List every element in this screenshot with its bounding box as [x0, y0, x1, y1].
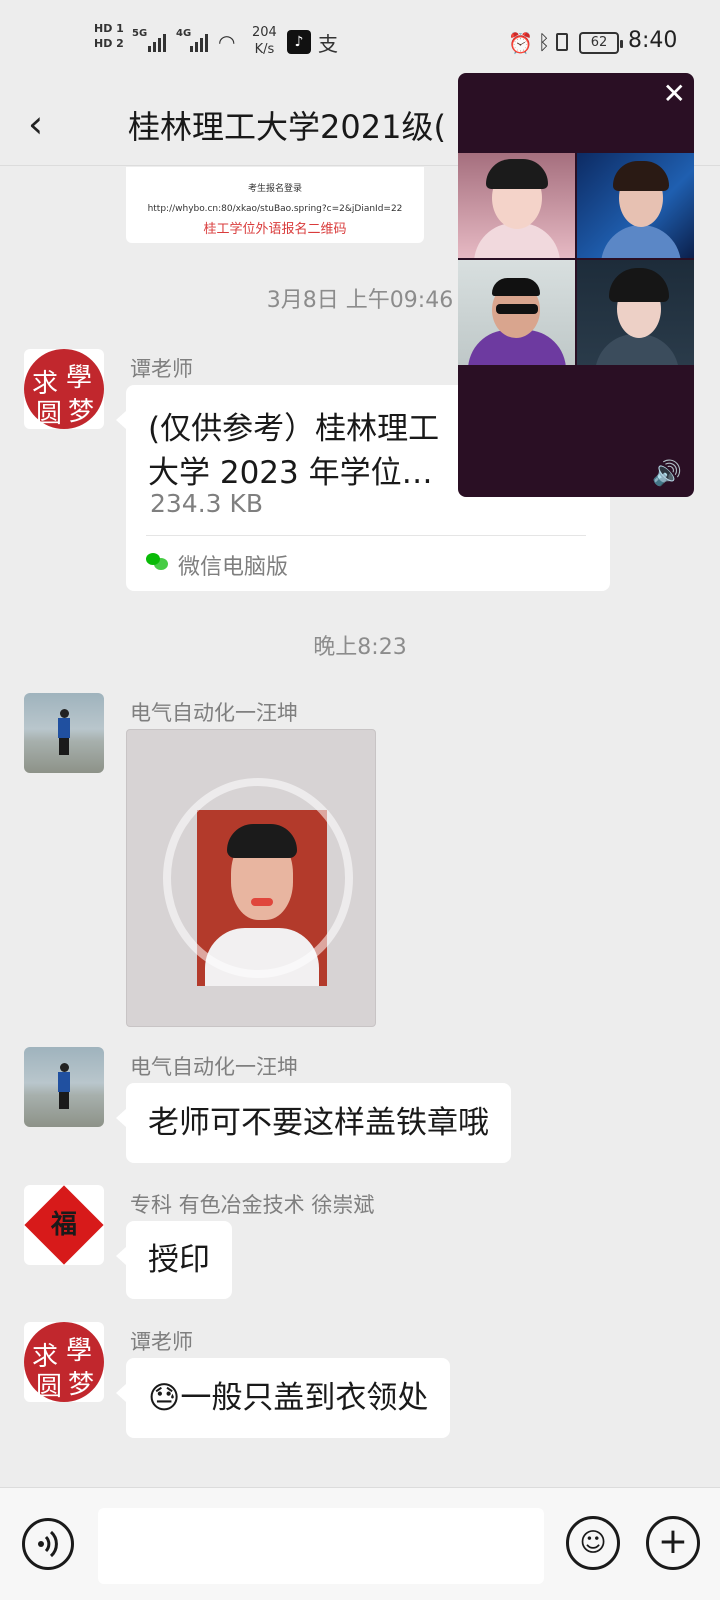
fu-avatar[interactable]: 福 — [24, 1185, 104, 1265]
embossed-seal — [163, 778, 353, 978]
video-tile — [458, 153, 575, 258]
signal1-label: 5G — [132, 28, 148, 39]
person-figure — [58, 1063, 70, 1109]
sender-name: 谭老师 — [130, 357, 193, 381]
video-tile — [458, 260, 575, 365]
video-tile — [577, 260, 694, 365]
sweat-emoji-icon: 😓 — [148, 1380, 181, 1416]
sender-name: 电气自动化一汪坤 — [130, 1055, 298, 1079]
text-message[interactable]: 😓一般只盖到衣领处 — [115, 1358, 451, 1438]
seal-graphic: 學 求 圆 梦 — [24, 349, 104, 429]
fu-char: 福 — [50, 1210, 77, 1240]
qr-caption: 桂工学位外语报名二维码 — [203, 222, 347, 237]
input-bar: ☺ + — [0, 1487, 720, 1600]
signal1-icon — [148, 32, 170, 52]
text-message[interactable]: 老师可不要这样盖铁章哦 — [116, 1083, 511, 1163]
voice-icon[interactable] — [22, 1518, 74, 1570]
close-icon[interactable]: ✕ — [663, 77, 686, 110]
plus-icon[interactable]: + — [646, 1516, 700, 1570]
speaker-icon[interactable]: 🔊 — [652, 459, 682, 487]
chat-title: 桂林理工大学2021级( — [128, 108, 446, 146]
sender-name: 电气自动化一汪坤 — [130, 701, 298, 725]
hd-indicators: HD 1 HD 2 — [94, 22, 126, 52]
emoji-icon[interactable]: ☺ — [566, 1516, 620, 1570]
vibrate-icon — [556, 33, 568, 51]
signal2-label: 4G — [176, 28, 192, 39]
battery-icon: 62 — [579, 32, 623, 54]
hd2-label: HD 2 — [94, 37, 124, 50]
beach-avatar[interactable] — [24, 1047, 104, 1127]
image-message[interactable] — [126, 729, 376, 1027]
alipay-icon: 支 — [318, 32, 338, 56]
message-text: 一般只盖到衣领处 — [180, 1380, 429, 1416]
back-chevron-icon[interactable]: ‹ — [28, 102, 43, 146]
sender-name: 谭老师 — [130, 1330, 193, 1354]
wifi-icon: ◠ — [218, 30, 236, 54]
sender-name: 专科 有色冶金技术 徐崇斌 — [130, 1193, 375, 1217]
person-figure — [58, 709, 70, 755]
file-name: (仅供参考）桂林理工大学 2023 年学位… — [148, 411, 440, 491]
file-size: 234.3 KB — [150, 489, 264, 518]
qr-image-message[interactable]: 考生报名登录 http://whybo.cn:80/xkao/stuBao.sp… — [126, 167, 424, 243]
bluetooth-icon: ᛒ — [538, 30, 550, 54]
text-message[interactable]: 授印 — [116, 1221, 232, 1299]
file-source: 微信电脑版 — [178, 555, 289, 580]
wechat-icon — [146, 553, 168, 571]
signal2-icon — [190, 32, 212, 52]
floating-video-window[interactable]: ✕ 🔊 — [458, 73, 694, 497]
seal-avatar[interactable]: 學 求 圆 梦 — [24, 1322, 104, 1402]
hd1-label: HD 1 — [94, 22, 124, 35]
clock: 8:40 — [628, 28, 678, 53]
beach-avatar[interactable] — [24, 693, 104, 773]
video-tile — [577, 153, 694, 258]
message-input[interactable] — [98, 1508, 544, 1584]
qr-url: http://whybo.cn:80/xkao/stuBao.spring?c=… — [147, 204, 403, 214]
qr-heading: 考生报名登录 — [247, 184, 302, 194]
divider — [146, 535, 586, 536]
alarm-icon: ⏰ — [508, 31, 533, 55]
timestamp: 晚上8:23 — [313, 635, 407, 660]
seal-graphic: 學 求 圆 梦 — [24, 1322, 104, 1402]
network-speed: 204 K/s — [252, 25, 277, 57]
tiktok-icon: ♪ — [287, 30, 311, 54]
video-grid — [458, 153, 694, 365]
seal-avatar[interactable]: 學 求 圆 梦 — [24, 349, 104, 429]
